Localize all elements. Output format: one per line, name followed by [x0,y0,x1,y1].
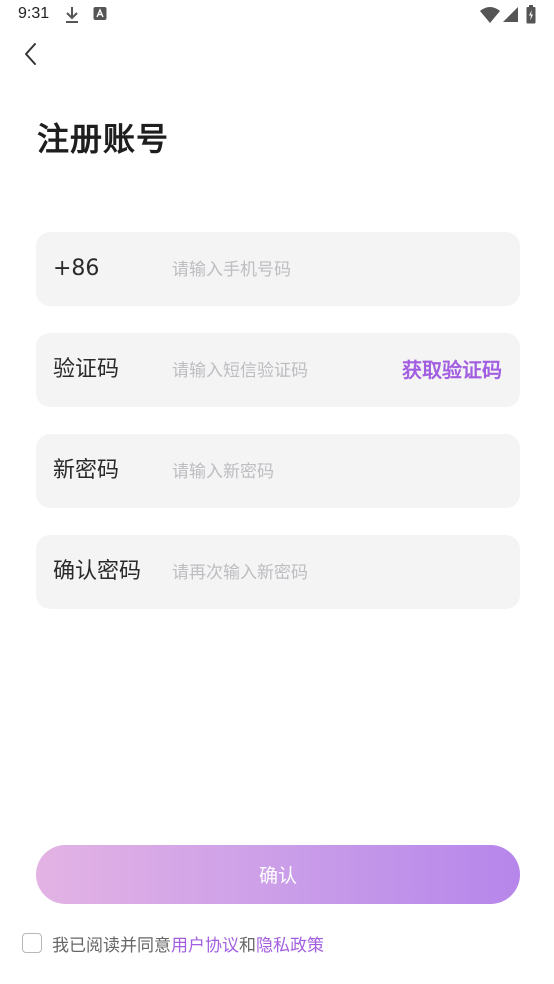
phone-input[interactable] [170,250,394,290]
chevron-left-icon [23,42,37,70]
agreement-checkbox[interactable] [22,933,42,953]
page-title: 注册账号 [37,120,170,158]
code-field: 验证码 获取验证码 [36,333,520,407]
privacy-policy-link[interactable]: 隐私政策 [256,931,324,956]
phone-country-code: +86 [53,256,100,281]
wifi-icon [480,7,500,27]
a-icon [93,6,107,26]
user-agreement-link[interactable]: 用户协议 [171,931,239,956]
confirm-button[interactable]: 确认 [36,845,520,904]
agreement-row: 我已阅读并同意 用户协议 和 隐私政策 [22,930,324,956]
code-input[interactable] [170,351,394,391]
battery-icon [526,5,536,28]
status-bar: 9:31 [0,0,554,30]
confirm-password-field: 确认密码 [36,535,520,609]
back-button[interactable] [14,40,46,72]
confirm-password-label: 确认密码 [53,559,142,584]
phone-field: +86 [36,232,520,306]
download-icon [64,6,80,28]
signal-icon [503,7,518,26]
confirm-password-input[interactable] [170,553,504,593]
code-label: 验证码 [53,357,120,382]
agreement-conjunction: 和 [239,935,256,956]
agreement-prefix: 我已阅读并同意 [52,935,171,956]
new-password-input[interactable] [170,452,504,492]
get-code-button[interactable]: 获取验证码 [402,333,502,407]
status-time: 9:31 [18,5,50,22]
new-password-label: 新密码 [53,458,120,483]
new-password-field: 新密码 [36,434,520,508]
